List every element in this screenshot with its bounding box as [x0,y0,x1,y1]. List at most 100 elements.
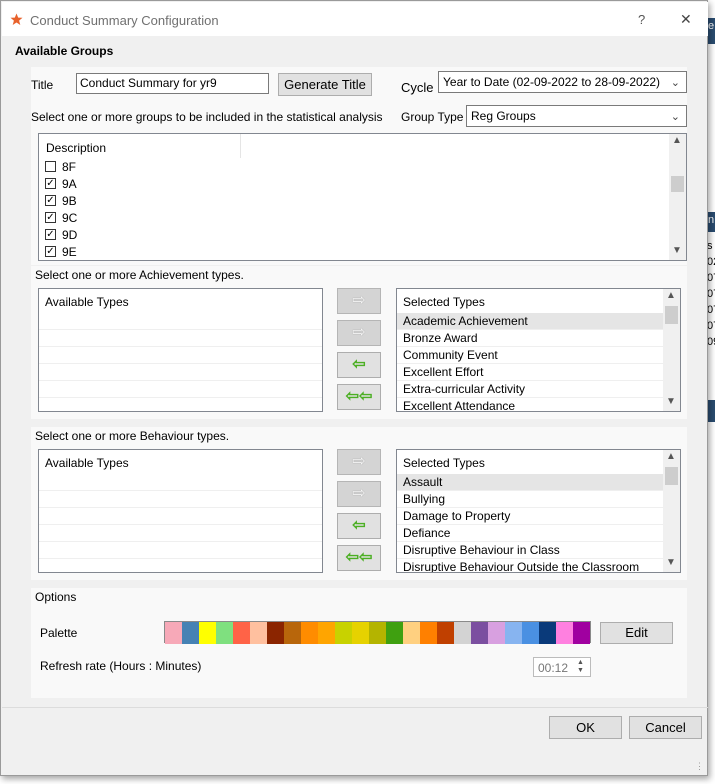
background-fragment: e [708,20,715,32]
palette-swatch [199,622,216,644]
palette-swatch [420,622,437,644]
background-fragment: 07 [707,304,715,316]
group-checkbox[interactable]: ✓ [45,195,56,206]
list-item[interactable]: Disruptive Behaviour in Class [397,542,663,559]
palette-swatch [369,622,386,644]
available-groups-heading: Available Groups [15,44,114,58]
list-item[interactable]: Extra-curricular Activity [397,381,663,398]
behaviour-available-list[interactable]: Available Types [38,449,323,573]
group-checkbox[interactable]: ✓ [45,212,56,223]
achievement-available-list[interactable]: Available Types [38,288,323,412]
list-item[interactable]: Bronze Award [397,330,663,347]
scroll-thumb[interactable] [671,176,684,192]
description-header-label: Description [46,141,107,155]
add-all-button[interactable]: ⇨ [337,288,381,314]
spin-down-icon[interactable]: ▼ [577,667,584,674]
available-types-header: Available Types [45,295,129,309]
list-item[interactable]: Disruptive Behaviour Outside the Classro… [397,559,663,572]
achievement-instruction: Select one or more Achievement types. [35,268,244,282]
scroll-down-icon[interactable]: ▼ [672,245,682,256]
group-type-dropdown[interactable]: Reg Groups ⌄ [466,105,687,127]
list-item[interactable]: Excellent Attendance [397,398,663,411]
list-item[interactable]: Defiance [397,525,663,542]
chevron-down-icon: ⌄ [670,111,680,123]
add-button[interactable]: ⇨ [337,320,381,346]
remove-all-button[interactable]: ⇦⇦ [337,384,381,410]
palette-swatch [522,622,539,644]
behaviour-scrollbar[interactable]: ▲ ▼ [663,450,680,572]
cycle-value: Year to Date (02-09-2022 to 28-09-2022) [443,75,661,89]
help-icon[interactable]: ? [638,12,645,27]
scroll-thumb[interactable] [665,306,678,324]
palette-swatch [454,622,471,644]
group-label: 9A [62,177,77,191]
list-item[interactable]: Academic Achievement [397,313,663,330]
refresh-rate-spinner[interactable]: 00:12 ▲ ▼ [533,657,591,677]
group-type-label: Group Type [401,110,464,124]
list-item[interactable]: Damage to Property [397,508,663,525]
selected-types-header: Selected Types [403,456,485,470]
background-fragment: 07 [707,288,715,300]
group-label: 9E [62,245,77,259]
scroll-down-icon[interactable]: ▼ [666,396,676,407]
scroll-up-icon[interactable]: ▲ [666,290,676,301]
remove-button[interactable]: ⇦ [337,352,381,378]
scroll-thumb[interactable] [665,467,678,485]
selected-rows: Academic Achievement Bronze Award Commun… [397,313,663,411]
group-checkbox[interactable]: ✓ [45,178,56,189]
cancel-label: Cancel [645,720,686,735]
scroll-up-icon[interactable]: ▲ [672,135,682,146]
palette-swatch [437,622,454,644]
group-type-value: Reg Groups [471,109,536,123]
palette-swatch [471,622,488,644]
scroll-up-icon[interactable]: ▲ [666,451,676,462]
background-fragment: 09 [707,336,715,348]
groups-scrollbar[interactable]: ▲ ▼ [669,134,686,260]
group-checkbox[interactable] [45,161,56,172]
group-label: 9C [62,211,78,225]
add-button[interactable]: ⇨ [337,481,381,507]
group-checkbox[interactable]: ✓ [45,229,56,240]
achievement-scrollbar[interactable]: ▲ ▼ [663,289,680,411]
scroll-down-icon[interactable]: ▼ [666,557,676,568]
palette-swatch [165,622,182,644]
resize-grip-icon[interactable]: ⋮⋮ [695,761,712,772]
palette-swatches[interactable] [164,621,591,644]
ok-button[interactable]: OK [549,716,622,739]
list-item[interactable]: Excellent Effort [397,364,663,381]
edit-palette-button[interactable]: Edit [600,622,673,644]
groups-list[interactable]: Description 8F ✓ 9A ✓ 9B ✓ 9C ✓ 9D ✓ 9E … [38,133,687,261]
palette-swatch [284,622,301,644]
palette-swatch [318,622,335,644]
close-icon[interactable]: ✕ [680,11,692,28]
behaviour-selected-list[interactable]: Selected Types Assault Bullying Damage t… [396,449,681,573]
edit-label: Edit [625,625,648,640]
group-label: 9D [62,228,78,242]
list-item[interactable]: Community Event [397,347,663,364]
empty-rows [39,313,322,411]
add-all-button[interactable]: ⇨ [337,449,381,475]
footer-divider [2,707,708,708]
title-label: Title [31,78,54,92]
palette-swatch [335,622,352,644]
spin-up-icon[interactable]: ▲ [577,659,584,666]
generate-title-button[interactable]: Generate Title [278,73,372,96]
remove-all-button[interactable]: ⇦⇦ [337,545,381,571]
list-item[interactable]: Bullying [397,491,663,508]
cycle-dropdown[interactable]: Year to Date (02-09-2022 to 28-09-2022) … [438,71,687,93]
chevron-down-icon: ⌄ [670,77,680,89]
background-fragment: s [707,240,713,252]
options-heading: Options [35,590,77,604]
remove-button[interactable]: ⇦ [337,513,381,539]
cycle-label: Cycle [401,80,434,95]
refresh-rate-label: Refresh rate (Hours : Minutes) [40,659,202,673]
cancel-button[interactable]: Cancel [629,716,702,739]
list-item[interactable]: Assault [397,474,663,491]
description-column-header: Description [39,134,241,158]
title-input[interactable]: Conduct Summary for yr9 [76,73,269,94]
background-app-strip: n [708,212,715,232]
palette-swatch [403,622,420,644]
group-checkbox[interactable]: ✓ [45,246,56,257]
achievement-selected-list[interactable]: Selected Types Academic Achievement Bron… [396,288,681,412]
background-fragment: 07 [707,320,715,332]
